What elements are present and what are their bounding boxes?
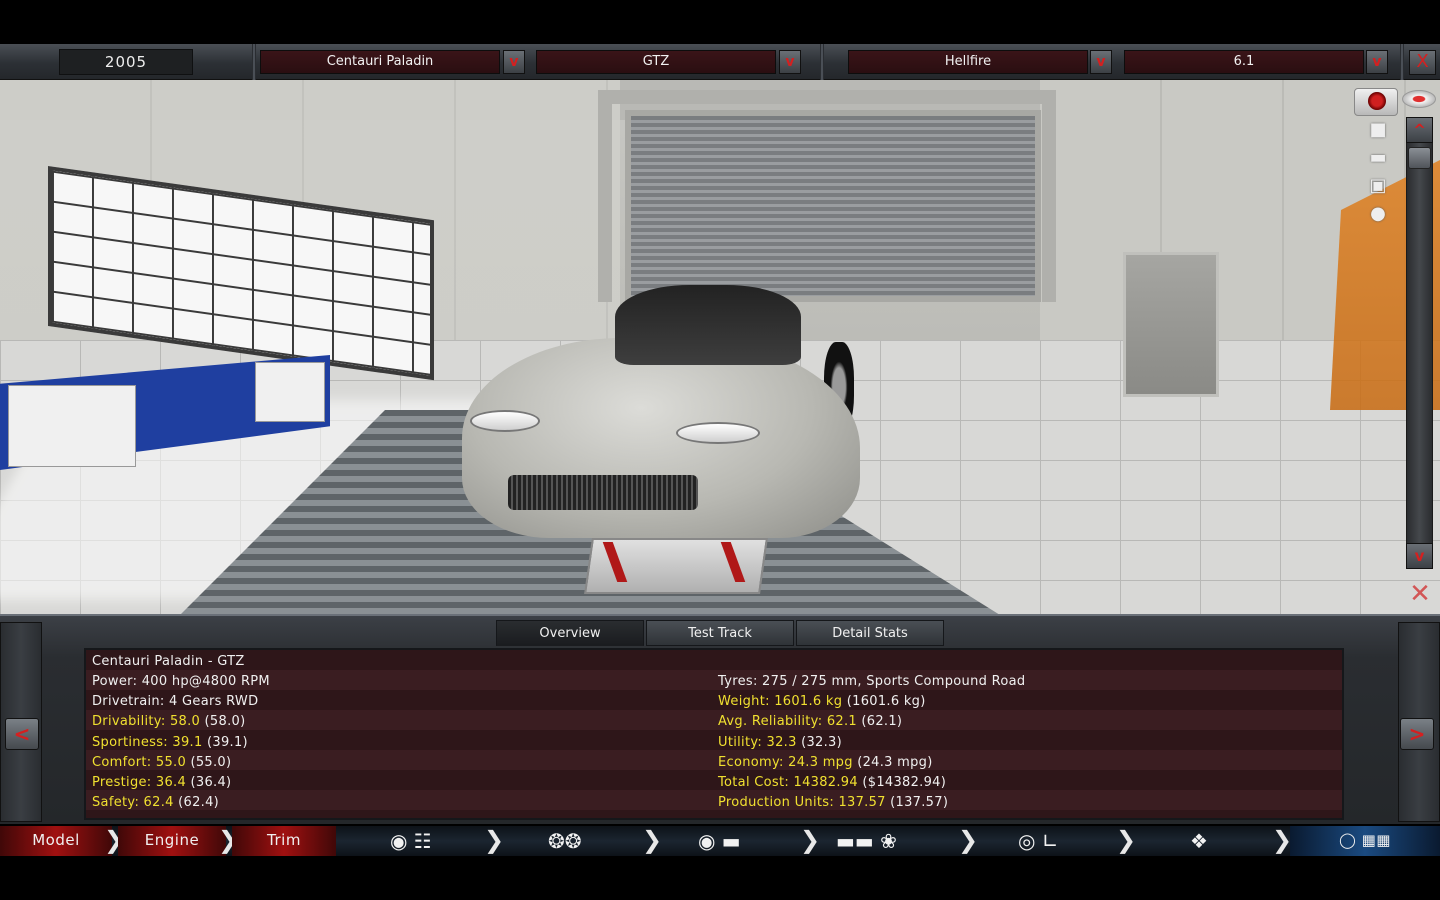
stat-row: Drivability: 58.0 (58.0): [92, 714, 245, 729]
stat-row: Utility: 32.3 (32.3): [718, 735, 842, 750]
stat-row: Prestige: 36.4 (36.4): [92, 775, 231, 790]
stat-value: (32.3): [796, 734, 842, 750]
stat-label: Power: 400 hp@4800 RPM: [92, 674, 270, 689]
nav-engine[interactable]: Engine: [118, 826, 226, 856]
garage-door: [625, 110, 1041, 302]
stat-value: (24.3 mpg): [852, 754, 933, 770]
engine-dropdown[interactable]: Hellfire: [848, 50, 1088, 74]
car-top-view-icon[interactable]: ●: [1358, 202, 1398, 226]
stat-value: (58.0): [200, 714, 246, 730]
stat-label: Avg. Reliability: 62.1: [718, 714, 857, 730]
chevron-right-icon: ❯: [800, 826, 821, 854]
stat-label: Economy: 24.3 mpg: [718, 754, 853, 770]
brakes-icon[interactable]: ◉ ▬: [698, 828, 741, 854]
wheel-gears-icon[interactable]: ◉ ☷: [390, 828, 432, 854]
camera-lens-icon: [1368, 92, 1386, 110]
scroll-thumb[interactable]: [1408, 147, 1431, 169]
stat-label: Weight: 1601.6 kg: [718, 694, 843, 710]
car-windshield: [615, 285, 801, 365]
close-button[interactable]: X: [1409, 50, 1436, 75]
car-front-view-icon[interactable]: ■: [1358, 118, 1398, 142]
chevron-right-icon: ❯: [1272, 826, 1293, 854]
tab-overview[interactable]: Overview: [496, 620, 644, 646]
chevron-right-icon: ❯: [1116, 826, 1137, 854]
stat-label: Comfort: 55.0: [92, 754, 187, 770]
make-dropdown[interactable]: Centauri Paladin: [260, 50, 500, 74]
displacement-dropdown[interactable]: 6.1: [1124, 50, 1364, 74]
tab-detail-stats[interactable]: Detail Stats: [796, 620, 944, 646]
nav-trim[interactable]: Trim: [232, 826, 336, 856]
garage-viewport[interactable]: ■ ▬ ▣ ● ^ v ✕: [0, 80, 1440, 614]
interior-icon[interactable]: ◎ ∟: [1018, 828, 1059, 854]
stat-label: Sportiness: 39.1: [92, 734, 203, 750]
stat-row: Safety: 62.4 (62.4): [92, 795, 219, 810]
scroll-down-button[interactable]: v: [1406, 543, 1433, 569]
info-panel: < > Overview Test Track Detail Stats Cen…: [0, 614, 1440, 824]
stat-row: Sportiness: 39.1 (39.1): [92, 735, 248, 750]
car-side-view-icon[interactable]: ▬: [1358, 146, 1398, 170]
stat-row: Total Cost: 14382.94 ($14382.94): [718, 775, 946, 790]
reset-view-icon[interactable]: ✕: [1404, 578, 1436, 610]
stat-value: (55.0): [186, 754, 232, 770]
side-door: [1123, 252, 1219, 397]
bottom-nav: Model ❯ Engine ❯ Trim ◉ ☷ ❯ ❂❂ ❯ ◉ ▬ ❯ ▬…: [0, 826, 1440, 856]
car-headlight: [676, 422, 760, 444]
scene-scrollbar[interactable]: [1406, 117, 1433, 569]
tyres-icon[interactable]: ❂❂: [548, 828, 582, 854]
eye-icon[interactable]: [1402, 90, 1436, 108]
chevron-right-icon: ❯: [484, 826, 505, 854]
model-dropdown-chevron-icon[interactable]: v: [779, 50, 801, 74]
stat-row: Power: 400 hp@4800 RPM: [92, 674, 270, 689]
stat-label: Drivetrain: 4 Gears RWD: [92, 694, 259, 710]
stat-row: Avg. Reliability: 62.1 (62.1): [718, 714, 902, 729]
stat-value: (39.1): [202, 734, 248, 750]
nav-model[interactable]: Model: [0, 826, 112, 856]
prev-button[interactable]: <: [5, 718, 39, 750]
divider: [252, 44, 256, 80]
tab-test-track[interactable]: Test Track: [646, 620, 794, 646]
aero-icon[interactable]: ▬▬ ❀: [836, 828, 897, 854]
engine-dropdown-chevron-icon[interactable]: v: [1090, 50, 1112, 74]
car-rear-view-icon[interactable]: ▣: [1358, 174, 1398, 198]
stat-row: Drivetrain: 4 Gears RWD: [92, 694, 258, 709]
displacement-dropdown-chevron-icon[interactable]: v: [1366, 50, 1388, 74]
stat-value: ($14382.94): [857, 775, 947, 790]
top-bar: 2005 Centauri Paladin v GTZ v Hellfire v…: [0, 44, 1440, 80]
divider: [1400, 44, 1404, 80]
stat-row: Production Units: 137.57 (137.57): [718, 795, 948, 810]
divider: [820, 44, 824, 80]
stat-row: Economy: 24.3 mpg (24.3 mpg): [718, 755, 933, 770]
chevron-right-icon: ❯: [642, 826, 663, 854]
bench-cabinet: [255, 362, 325, 422]
stat-label: Prestige: 36.4: [92, 775, 187, 790]
suspension-icon[interactable]: ❖: [1190, 828, 1208, 854]
car-grille: [508, 475, 698, 510]
make-dropdown-chevron-icon[interactable]: v: [503, 50, 525, 74]
stat-value: (1601.6 kg): [842, 694, 926, 710]
stats-table: Centauri Paladin - GTZ Power: 400 hp@480…: [84, 648, 1344, 820]
stat-value: (36.4): [186, 775, 232, 790]
stat-row: Comfort: 55.0 (55.0): [92, 755, 231, 770]
model-dropdown[interactable]: GTZ: [536, 50, 776, 74]
stat-label: Production Units: 137.57: [718, 795, 886, 811]
bench-cabinet: [8, 385, 136, 467]
stat-row: Tyres: 275 / 275 mm, Sports Compound Roa…: [718, 674, 1025, 689]
stat-row: Weight: 1601.6 kg (1601.6 kg): [718, 694, 926, 709]
stat-label: Drivability: 58.0: [92, 714, 201, 730]
year-display: 2005: [59, 49, 193, 75]
stat-label: Tyres: 275 / 275 mm, Sports Compound Roa…: [718, 674, 1026, 689]
stat-label: Total Cost: 14382.94: [718, 775, 858, 790]
car-title: Centauri Paladin - GTZ: [92, 654, 245, 669]
finish-icon[interactable]: ◯ ▦▦: [1290, 826, 1440, 856]
stat-value: (62.1): [856, 714, 903, 730]
stat-label: Utility: 32.3: [718, 734, 797, 750]
scroll-up-button[interactable]: ^: [1406, 117, 1433, 143]
stat-label: Safety: 62.4: [92, 795, 174, 811]
next-button[interactable]: >: [1400, 718, 1434, 750]
chevron-right-icon: ❯: [958, 826, 979, 854]
stat-value: (62.4): [173, 795, 220, 811]
car-headlight: [470, 410, 540, 432]
stat-value: (137.57): [885, 795, 949, 811]
